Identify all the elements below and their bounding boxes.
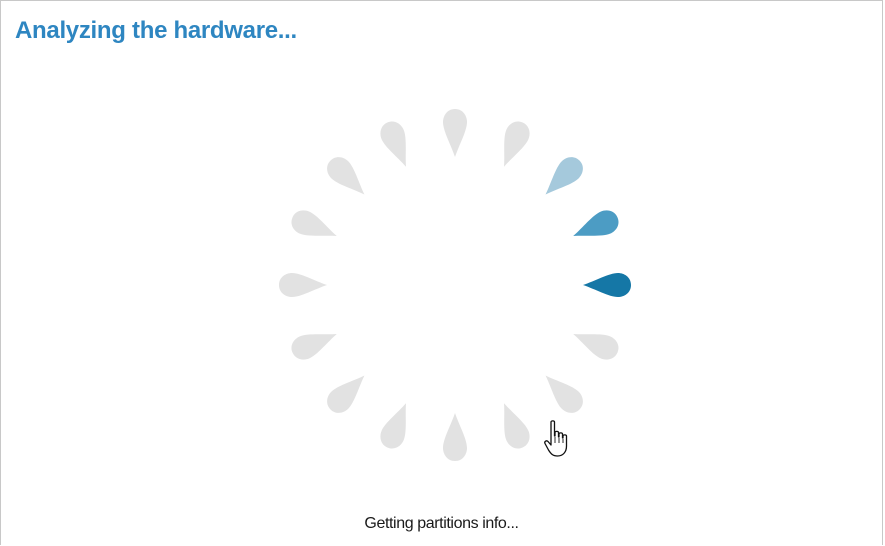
loading-spinner-icon	[279, 109, 631, 461]
page-title: Analyzing the hardware...	[15, 17, 297, 44]
spinner-segment	[545, 375, 583, 413]
spinner-segment	[573, 334, 619, 360]
spinner-segment	[583, 273, 631, 297]
spinner-segment	[291, 334, 337, 360]
spinner-segment	[504, 403, 530, 449]
spinner-segment	[443, 413, 467, 461]
spinner-segment	[545, 157, 583, 195]
spinner-segments	[279, 109, 631, 461]
status-text: Getting partitions info...	[364, 515, 519, 532]
hand-pointer-icon	[544, 420, 568, 457]
spinner-segment	[291, 210, 337, 236]
spinner-segment	[573, 210, 619, 236]
spinner-segment	[380, 403, 406, 449]
spinner-segment	[443, 109, 467, 157]
spinner-segment	[279, 273, 327, 297]
spinner-segment	[327, 375, 365, 413]
analysis-dialog: Analyzing the hardware... Getting partit…	[0, 0, 883, 545]
spinner-segment	[327, 157, 365, 195]
spinner-segment	[504, 121, 530, 167]
spinner-segment	[380, 121, 406, 167]
